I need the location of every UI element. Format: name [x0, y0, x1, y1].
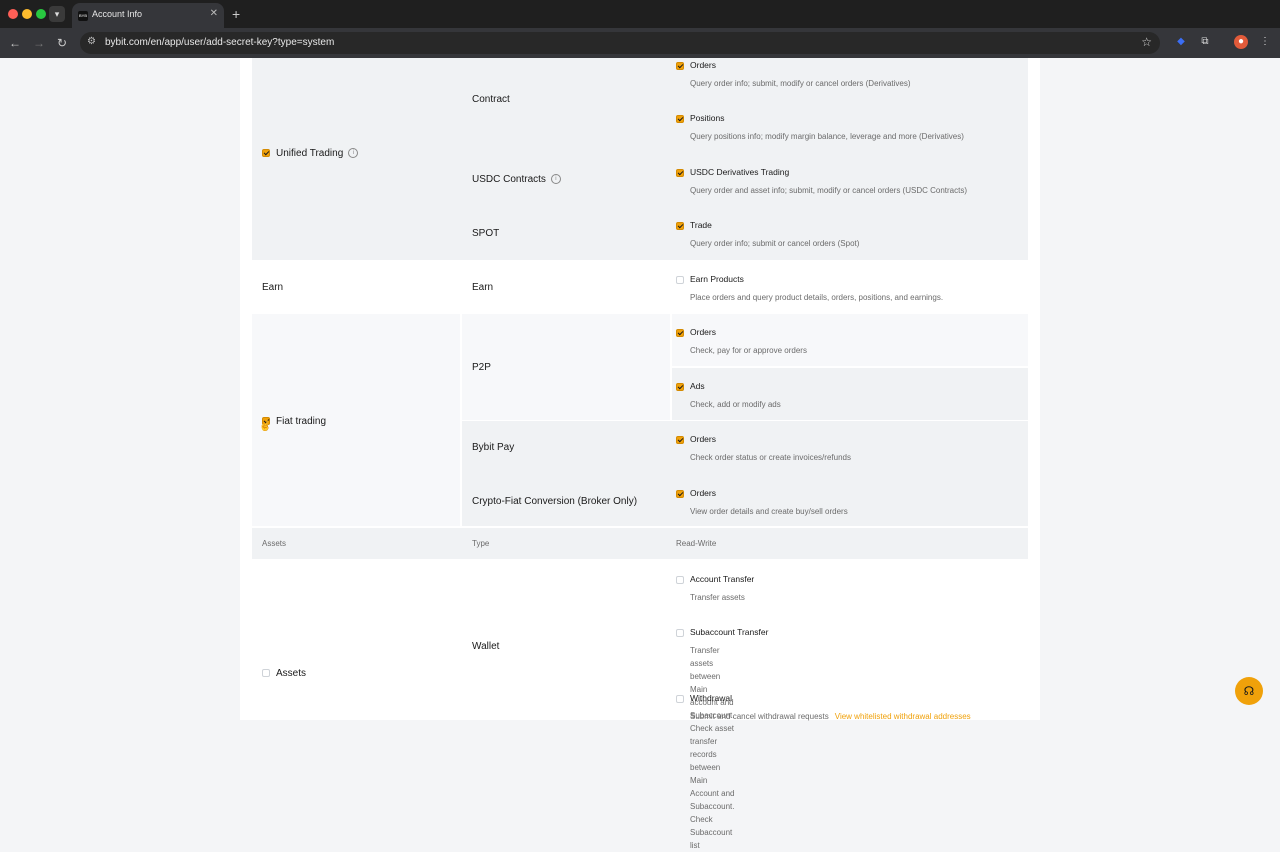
perm-desc: Query order and asset info; submit, modi… [690, 186, 967, 195]
info-icon[interactable]: i [348, 148, 359, 158]
unified-trading-checkbox[interactable] [262, 149, 270, 157]
perm-checkbox[interactable] [676, 695, 684, 703]
category-label: Assets [276, 667, 307, 679]
tab-close-icon[interactable]: ✕ [210, 8, 218, 19]
site-settings-icon[interactable]: ⚙ [87, 36, 96, 47]
perm-checkbox[interactable] [676, 62, 684, 70]
perm-desc: Check order status or create invoices/re… [690, 453, 851, 462]
perm-name: Orders [690, 488, 716, 498]
back-arrow-icon[interactable]: ← [9, 35, 21, 51]
category-fiat-trading[interactable]: Fiat trading [262, 415, 326, 427]
perm-name: Subaccount Transfer [690, 627, 769, 637]
info-icon[interactable]: i [550, 174, 561, 184]
perm-checkbox[interactable] [676, 329, 684, 337]
perm-desc: Check, pay for or approve orders [690, 346, 807, 355]
perm-checkbox[interactable] [676, 169, 684, 177]
headset-icon[interactable]: ☊ [1235, 677, 1263, 705]
perm-name: Account Transfer [690, 574, 755, 584]
reload-icon[interactable]: ↻ [57, 35, 67, 51]
category-label: Fiat trading [276, 415, 327, 427]
assets-checkbox[interactable] [262, 669, 270, 677]
new-tab-plus-icon[interactable]: + [232, 6, 240, 22]
extension-icon[interactable]: ◆ [1174, 35, 1188, 49]
unified-trading-row [252, 58, 1028, 260]
close-window-button[interactable] [8, 9, 18, 19]
perm-checkbox[interactable] [676, 276, 684, 284]
forward-arrow-icon[interactable]: → [33, 35, 45, 51]
perm-checkbox[interactable] [676, 222, 684, 230]
perm-name: Positions [690, 113, 725, 123]
perm-checkbox[interactable] [676, 436, 684, 444]
address-bar[interactable]: ⚙ bybit.com/en/app/user/add-secret-key?t… [80, 32, 1160, 54]
extensions-puzzle-icon[interactable]: ⧉ [1198, 35, 1212, 49]
category-unified-trading[interactable]: Unified Trading i [262, 147, 359, 159]
mouse-cursor-icon: ☝ [259, 421, 272, 432]
profile-avatar-icon[interactable]: ● [1234, 35, 1248, 49]
perm-desc: Query order info; submit or cancel order… [690, 239, 860, 248]
assets-table-header [252, 528, 1028, 559]
type-bybit-pay: Bybit Pay [472, 441, 515, 453]
p2p-type-cell [462, 314, 670, 420]
perm-name: Orders [690, 327, 716, 337]
perm-name: Orders [690, 60, 716, 70]
category-label: Unified Trading [276, 147, 344, 159]
maximize-window-button[interactable] [36, 9, 46, 19]
tab-search-chevron-icon[interactable]: ▾ [49, 6, 65, 22]
browser-tab-bar: ▾ BYB Account Info ✕ + [0, 0, 1280, 28]
perm-checkbox[interactable] [676, 383, 684, 391]
perm-checkbox[interactable] [676, 576, 684, 584]
category-assets[interactable]: Assets [262, 667, 306, 679]
url-text: bybit.com/en/app/user/add-secret-key?typ… [105, 37, 335, 48]
type-wallet: Wallet [472, 640, 500, 652]
browser-toolbar: ← → ↻ ⚙ bybit.com/en/app/user/add-secret… [0, 28, 1280, 58]
tab-favicon: BYB [78, 11, 88, 21]
type-crypto-fiat-conversion: Crypto-Fiat Conversion (Broker Only) [472, 495, 638, 507]
bookmark-star-icon[interactable]: ☆ [1141, 35, 1152, 49]
type-contract: Contract [472, 93, 510, 105]
perm-checkbox[interactable] [676, 490, 684, 498]
type-earn: Earn [472, 281, 494, 293]
perm-desc: Transfer assets between Main account and… [690, 646, 735, 850]
perm-desc: Query order info; submit, modify or canc… [690, 79, 911, 88]
perm-desc: Place orders and query product details, … [690, 293, 944, 302]
perm-desc: View order details and create buy/sell o… [690, 507, 848, 516]
perm-desc: Query positions info; modify margin bala… [690, 132, 964, 141]
perm-name: Withdrawal [690, 693, 733, 703]
perm-name: Trade [690, 220, 712, 230]
perm-name: Orders [690, 434, 716, 444]
p2p-orders-cell [672, 314, 1028, 366]
perm-checkbox[interactable] [676, 115, 684, 123]
category-earn: Earn [262, 281, 284, 293]
header-read-write: Read-Write [676, 539, 717, 548]
perm-name: Ads [690, 381, 705, 391]
p2p-ads-cell [672, 368, 1028, 420]
tab-title: Account Info [92, 9, 143, 19]
type-p2p: P2P [472, 361, 491, 373]
perm-checkbox[interactable] [676, 629, 684, 637]
type-spot: SPOT [472, 227, 500, 239]
perm-name: USDC Derivatives Trading [690, 167, 790, 177]
perm-desc: Transfer assets [690, 593, 745, 602]
type-label: USDC Contracts [472, 173, 546, 185]
type-usdc-contracts: USDC Contracts i [472, 173, 561, 185]
perm-name: Earn Products [690, 274, 744, 284]
browser-menu-icon[interactable]: ⋮ [1258, 35, 1272, 49]
perm-desc: Check, add or modify ads [690, 400, 781, 409]
header-assets: Assets [262, 539, 287, 548]
header-type: Type [472, 539, 490, 548]
perm-desc: Submit and cancel withdrawal requests Vie… [690, 710, 971, 723]
minimize-window-button[interactable] [22, 9, 32, 19]
browser-tab[interactable]: BYB Account Info ✕ [72, 3, 224, 28]
